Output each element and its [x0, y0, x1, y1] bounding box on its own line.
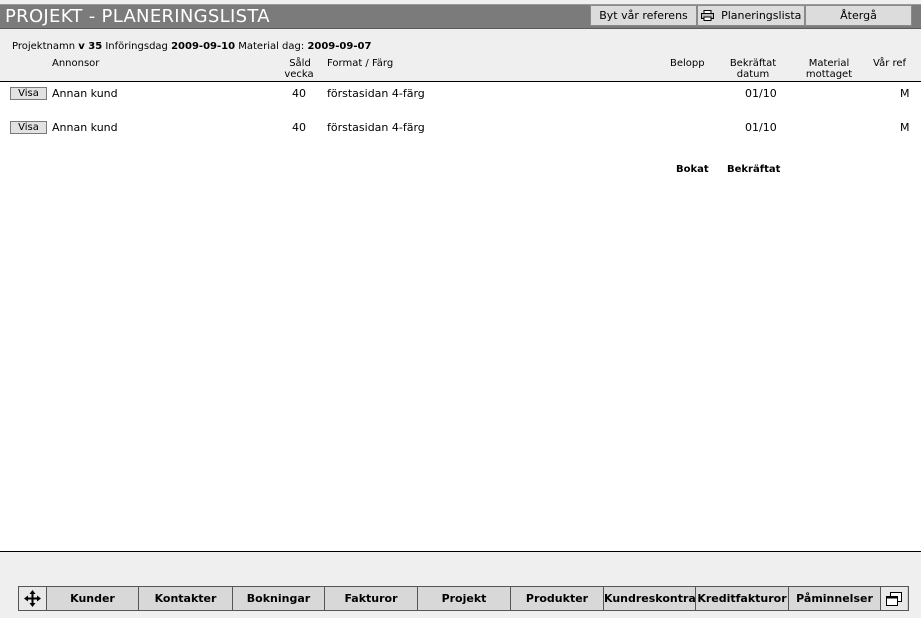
col-advertiser: Annonsor [52, 58, 100, 69]
back-button[interactable]: Återgå [805, 5, 912, 26]
page-title: PROJEKT - PLANERINGSLISTA [5, 6, 270, 27]
move-icon[interactable] [19, 587, 47, 610]
material-date: 2009-09-07 [307, 41, 372, 52]
nav-kontakter[interactable]: Kontakter [139, 587, 233, 610]
row-advertiser: Annan kund [52, 87, 118, 100]
col-material-1: Material [808, 58, 850, 69]
nav-bokningar[interactable]: Bokningar [233, 587, 325, 610]
col-amount: Belopp [670, 58, 705, 69]
nav-projekt[interactable]: Projekt [418, 587, 511, 610]
row-week: 40 [292, 87, 306, 100]
col-confirmed-2: datum [736, 69, 770, 80]
bottom-divider [0, 551, 921, 552]
col-confirmed-1: Bekräftat [729, 58, 777, 69]
printer-icon [700, 8, 714, 27]
project-info: Projektnamn v 35 Införingsdag 2009-09-10… [12, 41, 372, 52]
row-confirmed: 01/10 [745, 121, 777, 134]
window-icon[interactable] [880, 587, 907, 610]
row-ref: M [900, 121, 910, 134]
nav-produkter[interactable]: Produkter [511, 587, 604, 610]
col-format: Format / Färg [327, 58, 394, 69]
nav-paminnelser[interactable]: Påminnelser [789, 587, 880, 610]
back-label: Återgå [840, 9, 877, 22]
row-ref: M [900, 87, 910, 100]
nav-fakturor[interactable]: Fakturor [325, 587, 418, 610]
visa-button[interactable]: Visa [10, 87, 47, 100]
swap-reference-button[interactable]: Byt vår referens [590, 5, 697, 26]
row-week: 40 [292, 121, 306, 134]
planning-list-label: Planeringslista [721, 9, 802, 22]
col-material-2: mottaget [805, 69, 853, 80]
nav-kundreskontra[interactable]: Kundreskontra [604, 587, 696, 610]
col-sold-week-2: vecka [284, 69, 314, 80]
row-format: förstasidan 4-färg [327, 87, 425, 100]
planning-list-button[interactable]: Planeringslista [697, 5, 805, 26]
bottom-nav: Kunder Kontakter Bokningar Fakturor Proj… [18, 586, 909, 611]
footer-confirmed: Bekräftat [727, 164, 781, 175]
swap-reference-label: Byt vår referens [599, 9, 688, 22]
nav-kreditfakturor[interactable]: Kreditfakturor [696, 587, 789, 610]
insertion-date: 2009-09-10 [171, 41, 236, 52]
visa-button[interactable]: Visa [10, 121, 47, 134]
planning-table: Visa Annan kund 40 förstasidan 4-färg 01… [0, 82, 921, 551]
col-our-ref: Vår ref [873, 58, 907, 69]
footer-booked: Bokat [676, 164, 709, 175]
row-confirmed: 01/10 [745, 87, 777, 100]
col-sold-week-1: Såld [289, 58, 311, 69]
nav-kunder[interactable]: Kunder [47, 587, 139, 610]
row-format: förstasidan 4-färg [327, 121, 425, 134]
project-name: v 35 [78, 41, 103, 52]
row-advertiser: Annan kund [52, 121, 118, 134]
